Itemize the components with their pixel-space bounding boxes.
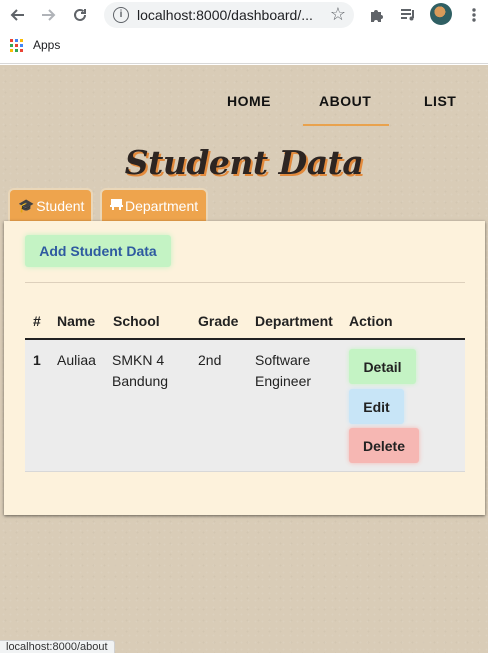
divider — [25, 282, 465, 283]
bookmarks-bar: Apps — [0, 34, 488, 58]
edit-button[interactable]: Edit — [349, 389, 404, 424]
cell-school-line1: SMKN 4 — [112, 352, 165, 368]
cell-school-line2: Bandung — [112, 373, 169, 389]
header-num: # — [33, 313, 41, 329]
cell-department-line1: Software — [255, 352, 311, 368]
apps-bookmark[interactable]: Apps — [33, 38, 60, 52]
browser-chrome: i localhost:8000/dashboard/... ☆ Apps — [0, 0, 488, 64]
info-icon[interactable]: i — [113, 7, 129, 23]
star-icon[interactable]: ☆ — [330, 4, 346, 25]
delete-button[interactable]: Delete — [349, 428, 419, 463]
page-title: Student Data — [124, 143, 364, 182]
header-action: Action — [349, 313, 393, 329]
browser-toolbar: i localhost:8000/dashboard/... ☆ — [0, 0, 488, 30]
media-icon[interactable] — [398, 4, 420, 26]
address-url[interactable]: localhost:8000/dashboard/... — [137, 7, 313, 23]
header-grade: Grade — [198, 313, 239, 329]
table-row: 1 Auliaa SMKN 4 Bandung 2nd Software Eng… — [25, 340, 465, 472]
status-bar-url: localhost:8000/about — [0, 640, 115, 653]
header-department: Department — [255, 313, 333, 329]
graduation-cap-icon: 🎓 — [18, 197, 35, 213]
nav-list[interactable]: LIST — [424, 93, 456, 109]
address-bar[interactable]: i localhost:8000/dashboard/... ☆ — [104, 2, 354, 28]
cell-department-line2: Engineer — [255, 373, 312, 389]
forward-icon[interactable] — [37, 3, 61, 27]
back-icon[interactable] — [5, 3, 29, 27]
add-student-button[interactable]: Add Student Data — [25, 235, 171, 267]
table-header: # Name School Grade Department Action — [25, 307, 465, 340]
student-data-card: Add Student Data # Name School Grade Dep… — [4, 221, 485, 515]
menu-icon[interactable] — [463, 4, 485, 26]
tab-student[interactable]: 🎓 Student — [8, 188, 93, 221]
cell-name: Auliaa — [57, 352, 96, 368]
reload-icon[interactable] — [68, 3, 92, 27]
nav-about[interactable]: ABOUT — [319, 93, 371, 109]
nav-active-underline — [303, 124, 389, 126]
apps-icon[interactable] — [10, 39, 23, 52]
top-navigation: HOME ABOUT LIST — [0, 93, 488, 113]
extensions-icon[interactable] — [366, 4, 388, 26]
header-school: School — [113, 313, 160, 329]
tab-department-label: Department — [125, 197, 199, 214]
building-icon — [110, 198, 123, 213]
header-name: Name — [57, 313, 96, 329]
avatar[interactable] — [430, 3, 452, 25]
tab-department[interactable]: Department — [100, 188, 208, 221]
page-body: HOME ABOUT LIST Student Data 🎓 Student D… — [0, 65, 488, 653]
tab-student-label: Student — [36, 197, 85, 214]
detail-button[interactable]: Detail — [349, 349, 416, 384]
cell-grade: 2nd — [198, 352, 222, 368]
nav-home[interactable]: HOME — [227, 93, 271, 109]
cell-num: 1 — [33, 352, 41, 368]
student-table: # Name School Grade Department Action 1 … — [25, 307, 465, 472]
